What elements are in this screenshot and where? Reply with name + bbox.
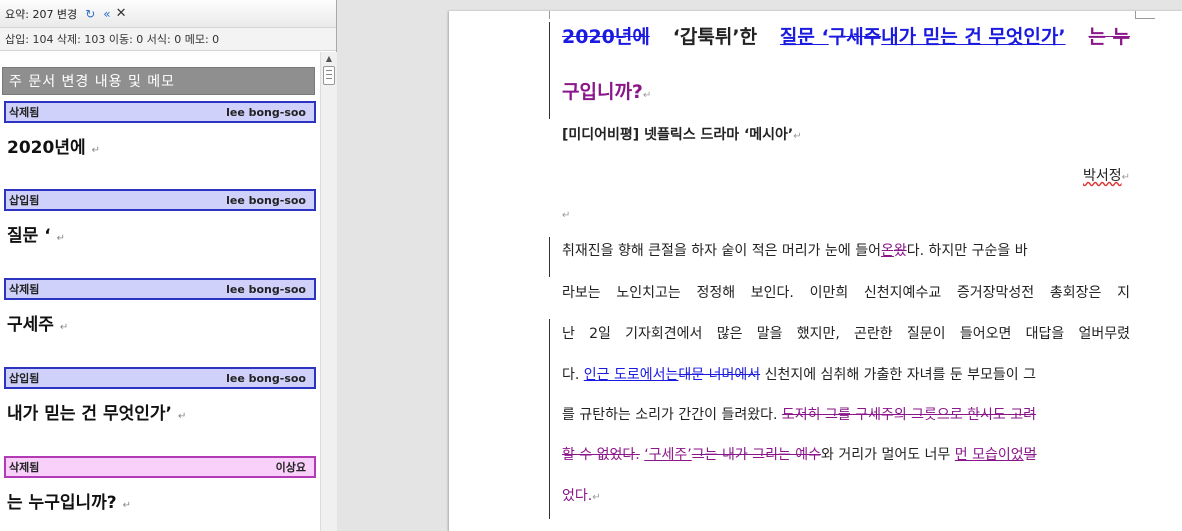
refresh-icon[interactable]: ↻ [85,7,95,21]
change-bar [549,319,550,519]
revision-text: 내가 믿는 건 무엇인가’ ↵ [7,404,187,424]
change-bar [549,237,550,277]
body-line: 다. 인근 도로에서는대문 너머에서 신천지에 심취해 가출한 자녀를 둔 부모… [562,367,1037,383]
paragraph-mark-icon: ↵ [56,233,66,244]
revision-list: 주 문서 변경 내용 및 메모 삭제됨 lee bong-soo 2020년에 ↵… [0,52,320,531]
revision-type: 삭제됨 [9,283,40,296]
change-stats: 삽입: 104 삭제: 103 이동: 0 서식: 0 메모: 0 [5,33,220,46]
pane-scrollbar[interactable]: ▲ [320,52,337,531]
document-area: 2020년에 ‘갑툭튀’한 질문 ‘구세주내가 믿는 건 무엇인가’ 는 누 구… [338,0,1182,531]
revision-item[interactable]: 삽입됨 lee bong-soo 내가 믿는 건 무엇인가’ ↵ [4,367,316,424]
document-title-line2: 구입니까?↵ [562,81,652,103]
paragraph-mark-icon: ↵ [122,500,132,511]
revision-type: 삭제됨 [9,106,40,119]
revision-header: 삽입됨 lee bong-soo [4,189,316,211]
revision-item[interactable]: 삽입됨 lee bong-soo 질문 ‘↵ [4,189,316,246]
revision-text: 2020년에 ↵ [7,138,100,158]
change-bar [549,22,550,119]
body-line: 었다.↵ [562,488,601,504]
close-icon[interactable]: ✕ [116,6,127,21]
revision-author: lee bong-soo [226,193,306,207]
body-line: 라보는 노인치고는 정정해 보인다. 이만희 신천지예수교 증거장막성전 총회장… [562,285,1130,301]
revision-header: 삭제됨 lee bong-soo [4,101,316,123]
document-subtitle: [미디어비평] 넷플릭스 드라마 ‘메시아’↵ [562,127,802,143]
deleted-text: 는 누 [1088,26,1130,48]
revision-author: lee bong-soo [226,371,306,385]
scroll-thumb[interactable] [323,66,335,85]
body-line: 할 수 없었다. ‘구세주’그는 내가 그리는 예수와 거리가 멀어도 너무 먼… [562,447,1037,463]
revision-text: 구세주 ↵ [7,315,69,335]
change-stats-bar: 삽입: 104 삭제: 103 이동: 0 서식: 0 메모: 0 [0,28,336,51]
revision-author: lee bong-soo [226,105,306,119]
reviewing-pane: 요약: 207 변경 ↻ « ✕ 삽입: 104 삭제: 103 이동: 0 서… [0,0,337,531]
paragraph-mark-icon: ↵ [59,322,69,333]
body-line: 취재진을 향해 큰절을 하자 숱이 적은 머리가 눈에 들어온왔다. 하지만 구… [562,243,1028,259]
deleted-text: 2020년에 [562,26,650,48]
document-title: 2020년에 ‘갑툭튀’한 질문 ‘구세주내가 믿는 건 무엇인가’ 는 누 [562,22,1130,49]
revision-header: 삭제됨 이상요 [4,456,316,478]
revision-author: 이상요 [275,461,306,474]
reviewing-pane-header: 요약: 207 변경 ↻ « ✕ [0,0,336,28]
revision-text: 는 누구입니까? ↵ [7,493,132,513]
inserted-and-deleted-text: 질문 ‘구세주내가 믿는 건 무엇인가’ [779,26,1066,48]
revision-type: 삭제됨 [9,461,40,474]
crop-mark [1135,18,1155,19]
revision-item[interactable]: 삭제됨 lee bong-soo 구세주 ↵ [4,278,316,335]
revision-type: 삽입됨 [9,194,40,207]
revision-item[interactable]: 삭제됨 이상요 는 누구입니까? ↵ [4,456,316,513]
empty-paragraph: ↵ [562,210,571,221]
title-text: ‘갑툭튀’한 [672,26,758,48]
paragraph-mark-icon: ↵ [177,411,187,422]
revision-header: 삭제됨 lee bong-soo [4,278,316,300]
change-summary: 요약: 207 변경 [5,7,78,21]
revision-section-title: 주 문서 변경 내용 및 메모 [2,67,315,95]
document-author: 박서정↵ [1082,168,1130,184]
revision-author: lee bong-soo [226,282,306,296]
revision-text: 질문 ‘↵ [7,226,66,246]
document-page[interactable]: 2020년에 ‘갑툭튀’한 질문 ‘구세주내가 믿는 건 무엇인가’ 는 누 구… [449,11,1182,531]
body-line: 를 규탄하는 소리가 간간이 들려왔다. 도저히 그를 구세주의 그릇으로 한시… [562,407,1036,423]
revision-header: 삽입됨 lee bong-soo [4,367,316,389]
scroll-up-icon[interactable]: ▲ [321,52,337,66]
revision-item[interactable]: 삭제됨 lee bong-soo 2020년에 ↵ [4,101,316,158]
revision-type: 삽입됨 [9,372,40,385]
collapse-icon[interactable]: « [103,7,110,21]
crop-mark [549,11,550,19]
body-line: 난 2일 기자회견에서 많은 말을 했지만, 곤란한 질문이 들어오면 대답을 … [562,326,1130,342]
paragraph-mark-icon: ↵ [91,145,100,156]
